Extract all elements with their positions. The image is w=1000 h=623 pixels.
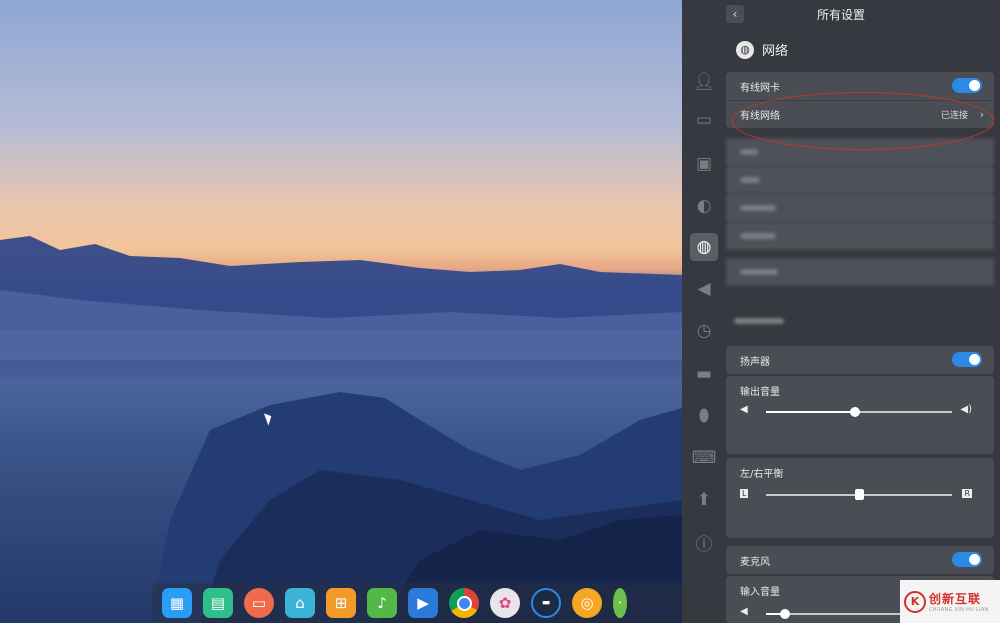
- monitor-icon[interactable]: ▬: [531, 588, 561, 618]
- output-volume-label: 输出音量: [740, 386, 780, 398]
- wired-nic-toggle[interactable]: [952, 78, 982, 93]
- microphone-toggle[interactable]: [952, 552, 982, 567]
- personalization-icon[interactable]: ◐: [690, 192, 718, 220]
- chrome-icon[interactable]: [449, 588, 479, 618]
- microphone-row: 麦克风: [726, 546, 994, 574]
- output-volume-card: 输出音量 ◀ ◀): [726, 376, 994, 454]
- display-icon[interactable]: ▭: [690, 106, 718, 134]
- dock: ▦ ▤ ▭ ⌂ ⊞ ♪ ▶ ✿ ▬ ◎ ·: [152, 583, 692, 623]
- speaker-row: 扬声器: [726, 346, 994, 374]
- network-icon[interactable]: ◍: [690, 233, 718, 261]
- launcher-icon[interactable]: ▦: [162, 588, 192, 618]
- file-manager-icon[interactable]: ▤: [203, 588, 233, 618]
- watermark-logo-icon: K: [904, 590, 926, 613]
- output-volume-slider[interactable]: [766, 407, 952, 417]
- sound-icon[interactable]: ◀: [690, 275, 718, 303]
- balance-label-row: 左/右平衡: [726, 462, 994, 482]
- info-icon[interactable]: ⓘ: [690, 528, 718, 556]
- app-store-icon[interactable]: ⌂: [285, 588, 315, 618]
- watermark-en: CHUANG XIN HU LIAN: [929, 607, 989, 613]
- slider-knob[interactable]: [850, 407, 861, 417]
- power-icon[interactable]: ▬: [690, 360, 718, 388]
- redacted-network-item: [726, 258, 994, 286]
- balance-right-label: R: [962, 489, 972, 498]
- watermark-cn: 创新互联: [929, 592, 982, 606]
- balance-label: 左/右平衡: [740, 468, 784, 480]
- vpn-icon[interactable]: ◎: [572, 588, 602, 618]
- mouse-icon[interactable]: ⬮: [690, 402, 718, 430]
- redacted-network-item: [726, 166, 994, 194]
- panel-header: ‹ 所有设置: [682, 0, 1000, 30]
- slider-knob[interactable]: [779, 609, 790, 619]
- desktop-wallpaper: [0, 0, 682, 623]
- redacted-network-item: [726, 222, 994, 250]
- music-icon[interactable]: ♪: [367, 588, 397, 618]
- redacted-section-title: [734, 314, 786, 328]
- annotation-highlight: [732, 92, 994, 150]
- balance-slider[interactable]: [766, 489, 952, 500]
- calendar-icon[interactable]: ▣: [690, 150, 718, 178]
- network-title-text: 网络: [762, 44, 789, 59]
- wired-nic-label: 有线网卡: [740, 82, 780, 94]
- time-icon[interactable]: ◷: [690, 317, 718, 345]
- gift-icon[interactable]: ⊞: [326, 588, 356, 618]
- balance-card: 左/右平衡 L R: [726, 458, 994, 538]
- keyboard-icon[interactable]: ⌨: [690, 444, 718, 472]
- screen-recorder-icon[interactable]: ▭: [244, 588, 274, 618]
- speaker-label: 扬声器: [740, 356, 770, 368]
- slider-knob[interactable]: [854, 489, 864, 500]
- speaker-card: 扬声器: [726, 346, 994, 374]
- more-icon[interactable]: ·: [613, 588, 627, 618]
- speaker-toggle[interactable]: [952, 352, 982, 367]
- input-volume-label: 输入音量: [740, 586, 780, 598]
- slider-fill: [766, 411, 856, 413]
- settings-icon[interactable]: ✿: [490, 588, 520, 618]
- watermark: K 创新互联 CHUANG XIN HU LIAN: [900, 580, 1000, 623]
- settings-sidebar: 👤︎ ▭ ▣ ◐ ◍ ◀ ◷ ▬ ⬮ ⌨ ⬆ ⓘ: [682, 60, 726, 623]
- balance-left-label: L: [740, 489, 749, 498]
- update-icon[interactable]: ⬆: [690, 486, 718, 514]
- network-section-title: ◍ 网络: [736, 40, 788, 59]
- user-icon[interactable]: 👤︎: [690, 68, 718, 96]
- video-icon[interactable]: ▶: [408, 588, 438, 618]
- microphone-label: 麦克风: [740, 556, 770, 568]
- mic-low-icon: ◀: [740, 606, 748, 617]
- output-volume-label-row: 输出音量: [726, 380, 994, 400]
- panel-title: 所有设置: [816, 8, 865, 22]
- redacted-network-item: [726, 194, 994, 222]
- volume-low-icon: ◀: [740, 404, 748, 415]
- volume-high-icon: ◀): [960, 404, 972, 415]
- network-icon: ◍: [736, 40, 754, 59]
- microphone-card: 麦克风: [726, 546, 994, 574]
